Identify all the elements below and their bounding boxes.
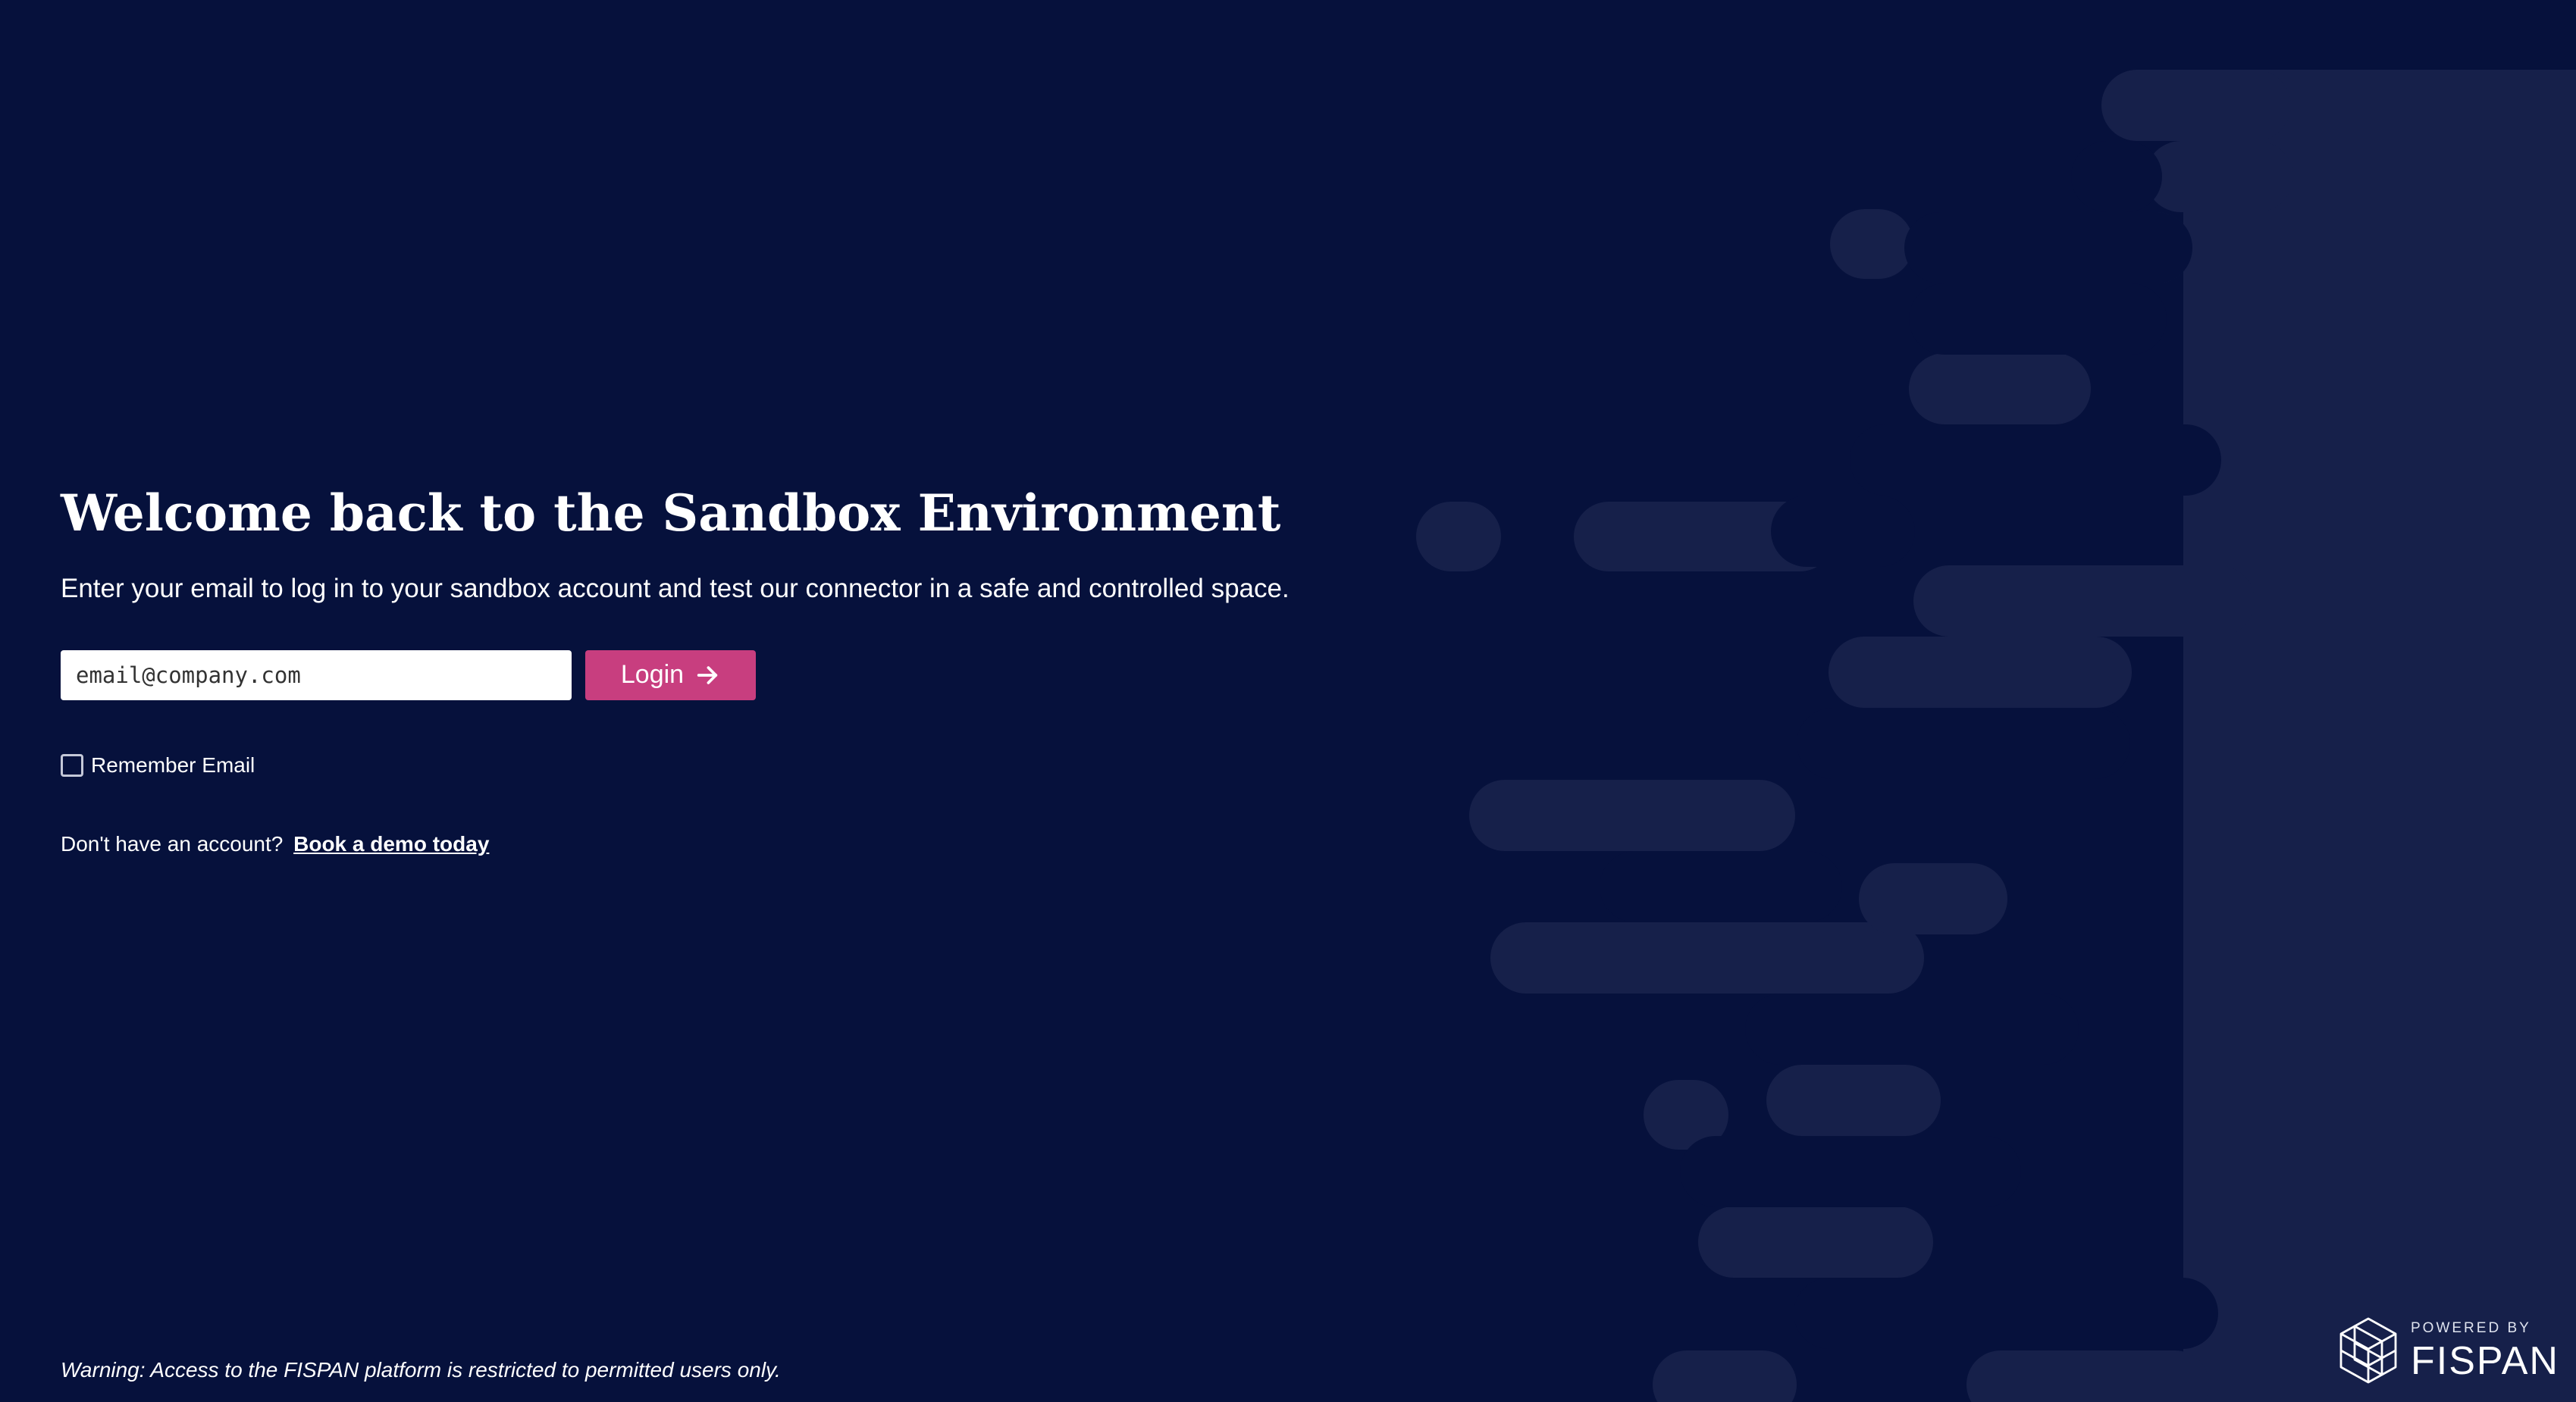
- powered-by-brand: POWERED BY FISPAN: [2336, 1316, 2559, 1385]
- signup-prompt-row: Don't have an account? Book a demo today: [61, 832, 1425, 856]
- access-warning: Warning: Access to the FISPAN platform i…: [61, 1358, 781, 1382]
- remember-email-row[interactable]: Remember Email: [61, 753, 1425, 778]
- remember-email-label: Remember Email: [91, 753, 255, 777]
- arrow-right-icon: [697, 666, 718, 684]
- book-demo-link[interactable]: Book a demo today: [293, 832, 489, 856]
- powered-by-label: POWERED BY: [2411, 1319, 2531, 1336]
- login-form: Login: [61, 649, 1425, 700]
- brand-text: POWERED BY FISPAN: [2411, 1321, 2559, 1381]
- login-panel: Welcome back to the Sandbox Environment …: [61, 484, 1425, 856]
- fispan-cube-icon: [2339, 1317, 2397, 1384]
- page-title: Welcome back to the Sandbox Environment: [61, 484, 1281, 543]
- signup-prompt: Don't have an account?: [61, 831, 284, 856]
- brand-name: FISPAN: [2411, 1338, 2559, 1383]
- remember-email-checkbox[interactable]: [61, 753, 83, 777]
- page-subtitle: Enter your email to log in to your sandb…: [61, 573, 1290, 603]
- login-button[interactable]: Login: [585, 649, 756, 700]
- login-button-label: Login: [620, 660, 685, 690]
- email-input[interactable]: [61, 649, 572, 700]
